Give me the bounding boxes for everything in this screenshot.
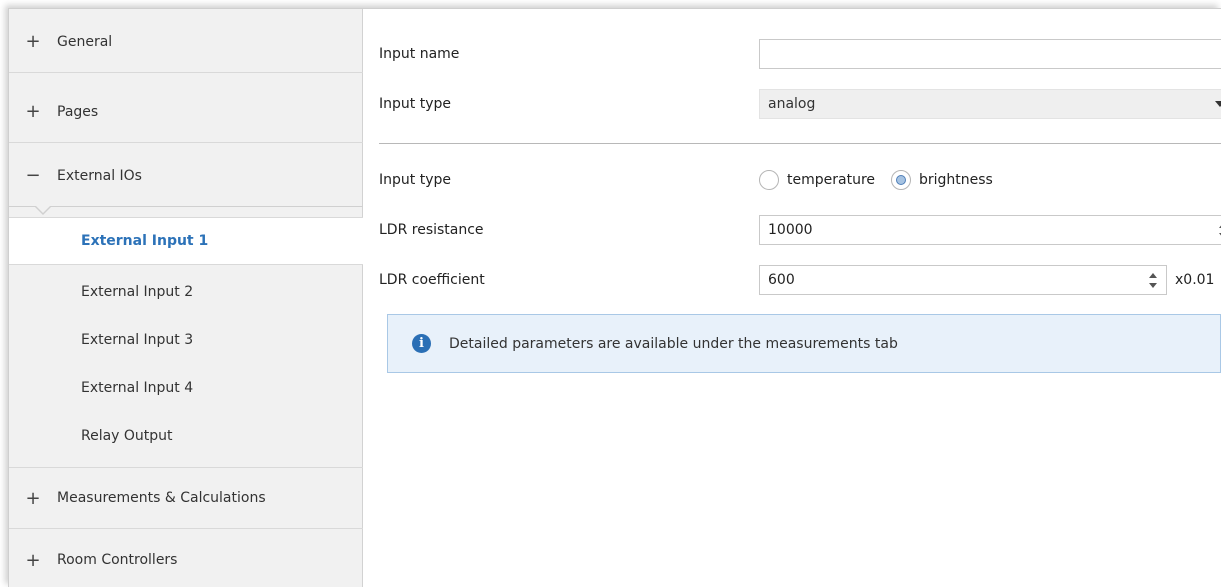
sidebar-section-label: External IOs xyxy=(57,167,142,184)
info-icon: i xyxy=(412,334,431,353)
sidebar-section-label: Pages xyxy=(57,103,99,120)
radio-label-brightness: brightness xyxy=(919,172,993,188)
sidebar-section-measurements[interactable]: + Measurements & Calculations xyxy=(9,467,363,529)
radio-option-brightness[interactable]: brightness xyxy=(891,170,993,190)
ldr-resistance-label: LDR resistance xyxy=(379,222,484,238)
arrow-up-icon[interactable] xyxy=(1149,273,1157,278)
parameters-panel: Input name Input type analog Input type xyxy=(363,9,1221,587)
radio-label-temperature: temperature xyxy=(787,172,875,188)
expand-plus-icon: + xyxy=(25,101,41,122)
sidebar-section-pages[interactable]: + Pages xyxy=(9,81,363,143)
info-text: Detailed parameters are available under … xyxy=(449,335,898,352)
ldr-coefficient-unit: x0.01 xyxy=(1175,272,1215,288)
app-window: + General + Pages − External IOs Externa… xyxy=(8,8,1221,587)
input-type-selected-value: analog xyxy=(768,96,816,112)
section-divider xyxy=(379,143,1221,144)
sidebar-item-external-input-4[interactable]: External Input 4 xyxy=(9,364,363,412)
info-banner: i Detailed parameters are available unde… xyxy=(387,314,1221,373)
sidebar-section-general[interactable]: + General xyxy=(9,11,363,73)
input-name-label: Input name xyxy=(379,46,460,62)
sidebar-item-external-input-2[interactable]: External Input 2 xyxy=(9,268,363,316)
sidebar-item-relay-output[interactable]: Relay Output xyxy=(9,412,363,460)
sidebar-section-label: General xyxy=(57,33,113,50)
ldr-resistance-value: 10000 xyxy=(768,222,813,238)
input-type-row: Input type analog xyxy=(379,89,1221,119)
ldr-coefficient-value: 600 xyxy=(768,272,795,288)
arrow-down-icon[interactable] xyxy=(1149,283,1157,288)
input-type-label: Input type xyxy=(379,96,451,112)
expand-plus-icon: + xyxy=(25,31,41,52)
sidebar-section-label: Measurements & Calculations xyxy=(57,490,266,506)
spinner-arrows-icon[interactable] xyxy=(1148,271,1158,291)
radio-option-temperature[interactable]: temperature xyxy=(759,170,875,190)
expand-plus-icon: + xyxy=(25,487,41,509)
ldr-resistance-row: LDR resistance 10000 xyxy=(379,215,1221,245)
sidebar-item-external-input-1[interactable]: External Input 1 xyxy=(9,217,365,265)
input-type-select[interactable]: analog xyxy=(759,89,1221,119)
analog-type-label: Input type xyxy=(379,172,451,188)
radio-button-temperature[interactable] xyxy=(759,170,779,190)
input-name-field[interactable] xyxy=(759,39,1221,69)
chevron-down-icon xyxy=(1215,101,1221,107)
ldr-coefficient-row: LDR coefficient 600 x0.01 xyxy=(379,265,1219,295)
sidebar-item-external-input-3[interactable]: External Input 3 xyxy=(9,316,363,364)
collapse-minus-icon: − xyxy=(25,165,41,186)
ldr-coefficient-label: LDR coefficient xyxy=(379,272,485,288)
sidebar: + General + Pages − External IOs Externa… xyxy=(9,9,365,587)
pointer-notch xyxy=(34,205,52,215)
expand-plus-icon: + xyxy=(25,549,41,571)
ldr-resistance-spinbox[interactable]: 10000 xyxy=(759,215,1221,245)
analog-type-row: Input type temperature brightness xyxy=(379,165,1219,195)
input-name-row: Input name xyxy=(379,39,1221,69)
sidebar-section-label: Room Controllers xyxy=(57,552,178,568)
ldr-coefficient-spinbox[interactable]: 600 xyxy=(759,265,1167,295)
analog-type-radio-group: temperature brightness xyxy=(759,165,1221,195)
sidebar-section-room-controllers[interactable]: + Room Controllers xyxy=(9,529,363,587)
sidebar-section-external-ios[interactable]: − External IOs xyxy=(9,145,363,207)
radio-button-brightness[interactable] xyxy=(891,170,911,190)
